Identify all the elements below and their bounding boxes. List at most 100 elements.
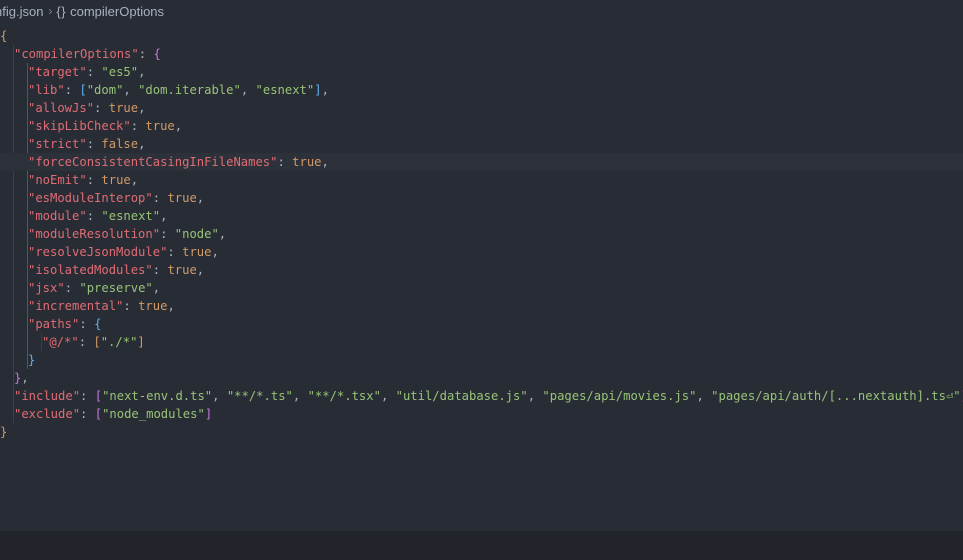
code-token: [ [79, 83, 87, 97]
code-token: [ [94, 389, 103, 403]
code-token: "@/*" [42, 335, 79, 349]
code-token: true [167, 263, 197, 277]
code-token: , [212, 389, 227, 403]
code-token: true [108, 101, 139, 115]
code-token: , [196, 263, 205, 277]
code-token: "exclude" [14, 407, 81, 421]
code-token: "forceConsistentCasingInFileNames" [28, 155, 278, 169]
code-line[interactable]: "strict": false, [0, 135, 145, 153]
code-line[interactable]: "exclude": ["node_modules"] [0, 405, 212, 423]
code-token: "lib" [28, 83, 65, 97]
code-line[interactable]: } [0, 351, 35, 369]
breadcrumb: nfig.json › {} compilerOptions [0, 0, 963, 22]
code-token: , [138, 65, 146, 79]
breadcrumb-symbol[interactable]: compilerOptions [70, 4, 164, 19]
code-line[interactable]: } [0, 423, 7, 441]
code-line[interactable]: "skipLibCheck": true, [0, 117, 182, 135]
code-token: { [94, 317, 102, 331]
code-token: : [94, 101, 109, 115]
code-token: "esModuleInterop" [28, 191, 153, 205]
code-token: : [80, 389, 95, 403]
code-token: "strict" [28, 137, 87, 151]
code-token: { [153, 47, 161, 61]
code-token: "**/*.ts" [226, 389, 293, 403]
status-bar [0, 531, 963, 560]
code-line[interactable]: "lib": ["dom", "dom.iterable", "esnext"]… [0, 81, 329, 99]
code-token: , [138, 101, 146, 115]
code-line[interactable]: "incremental": true, [0, 297, 175, 315]
code-token: , [160, 209, 168, 223]
code-line[interactable]: "resolveJsonModule": true, [0, 243, 219, 261]
code-token: true [101, 173, 131, 187]
code-token: , [292, 389, 308, 403]
code-token: "esnext" [101, 209, 161, 223]
code-token: "module" [28, 209, 87, 223]
code-token: : [130, 119, 146, 133]
code-token: : [64, 83, 80, 97]
code-token: , [696, 389, 712, 403]
code-token: : [152, 191, 168, 205]
code-token: "skipLibCheck" [28, 119, 131, 133]
code-line[interactable]: "compilerOptions": { [0, 45, 161, 63]
code-token: "isolatedModules" [28, 263, 153, 277]
code-token: , [380, 389, 396, 403]
code-token: "resolveJsonModule" [28, 245, 168, 259]
chevron-right-icon: › [48, 4, 53, 18]
code-token: "esnext" [255, 83, 315, 97]
code-token: : [160, 227, 175, 241]
code-token: : [86, 173, 102, 187]
breadcrumb-file[interactable]: nfig.json [0, 4, 43, 19]
code-line[interactable]: "allowJs": true, [0, 99, 145, 117]
code-token: "noEmit" [28, 173, 87, 187]
code-line[interactable]: "module": "esnext", [0, 207, 167, 225]
code-token: , [321, 155, 329, 169]
code-token: "incremental" [28, 299, 124, 313]
code-token: "paths" [28, 317, 80, 331]
code-token: "preserve" [79, 281, 153, 295]
code-line[interactable]: "target": "es5", [0, 63, 145, 81]
code-token: "target" [28, 65, 87, 79]
code-token: : [86, 65, 102, 79]
code-token: , [138, 137, 146, 151]
code-token: "compilerOptions" [14, 47, 139, 61]
code-token: ] [314, 83, 322, 97]
code-token: : [138, 47, 154, 61]
code-token: [ [93, 335, 101, 349]
code-token: "./*" [100, 335, 138, 349]
code-token: ] [137, 335, 145, 349]
code-editor[interactable]: {"compilerOptions": {"target": "es5", "li… [0, 21, 963, 531]
code-token: : [167, 245, 183, 259]
code-token: "**/*.tsx" [307, 389, 381, 403]
code-token: "es5" [101, 65, 139, 79]
code-token: : [78, 335, 94, 349]
code-token: , [123, 83, 139, 97]
code-line[interactable]: "isolatedModules": true, [0, 261, 204, 279]
code-token: : [79, 317, 95, 331]
code-token: false [101, 137, 139, 151]
code-token: , [130, 173, 139, 187]
code-token: , [167, 299, 175, 313]
code-token: [ [94, 407, 103, 421]
code-token: ] [204, 407, 213, 421]
code-token: true [145, 119, 175, 133]
code-line[interactable]: "moduleResolution": "node", [0, 225, 226, 243]
code-token: "pages/api/movies.js" [542, 389, 697, 403]
code-line[interactable]: "esModuleInterop": true, [0, 189, 204, 207]
code-token: true [138, 299, 168, 313]
code-token: "dom.iterable" [138, 83, 241, 97]
code-line[interactable]: { [0, 27, 7, 45]
code-token: : [86, 209, 102, 223]
code-line[interactable]: "jsx": "preserve", [0, 279, 160, 297]
code-token: , [240, 83, 256, 97]
code-line[interactable]: "include": ["next-env.d.ts", "**/*.ts", … [0, 387, 963, 405]
code-line[interactable]: "paths": { [0, 315, 101, 333]
code-token: "include" [14, 389, 81, 403]
code-line[interactable]: "noEmit": true, [0, 171, 138, 189]
code-line[interactable]: }, [0, 369, 29, 387]
code-token: : [86, 137, 102, 151]
code-token: "dom" [86, 83, 124, 97]
code-line[interactable]: "@/*": ["./*"] [0, 333, 145, 351]
code-token: : [123, 299, 139, 313]
code-line[interactable]: "forceConsistentCasingInFileNames": true… [0, 153, 963, 171]
code-token: true [167, 191, 197, 205]
